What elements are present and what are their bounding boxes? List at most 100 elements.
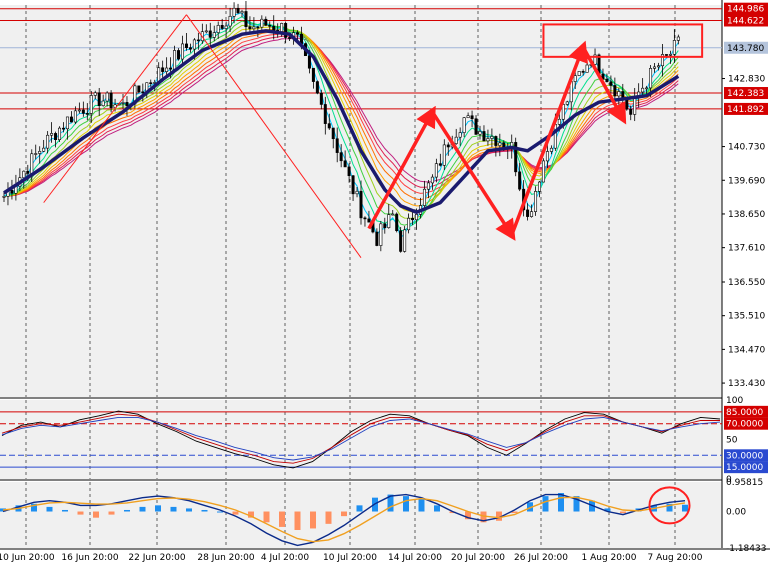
candle-body <box>486 138 490 142</box>
candle-body <box>482 131 486 142</box>
candle-body <box>30 153 34 174</box>
candle-body <box>518 171 522 190</box>
time-tick-label: 26 Jul 20:00 <box>514 553 568 563</box>
candle-body <box>2 196 6 198</box>
candle-body <box>149 82 153 85</box>
candle-body <box>549 147 553 152</box>
candle-body <box>565 101 569 105</box>
macd-histogram-bar <box>418 499 425 512</box>
candle-body <box>319 92 323 105</box>
candle-body <box>89 95 93 114</box>
rsi-level-label: 70.0000 <box>726 420 763 430</box>
candle-body <box>537 181 541 192</box>
candle-body <box>534 191 538 212</box>
candle-body <box>10 189 14 194</box>
candle-body <box>530 211 534 217</box>
macd-histogram-bar <box>108 511 115 515</box>
candle-body <box>236 7 240 14</box>
price-tag-label: 142.383 <box>727 89 764 99</box>
candle-body <box>248 26 252 30</box>
macd-histogram-bar <box>682 504 688 512</box>
macd-tick-label: 0.00 <box>726 508 746 518</box>
candle-body <box>50 133 54 136</box>
candle-body <box>264 18 268 26</box>
candle-body <box>109 92 113 109</box>
candle-body <box>411 217 415 221</box>
candle-body <box>355 190 359 195</box>
price-tick-label: 140.730 <box>728 143 765 153</box>
candle-body <box>177 50 181 60</box>
macd-histogram-bar <box>356 505 363 512</box>
price-tick-label: 138.650 <box>728 210 765 220</box>
candle-body <box>470 115 474 120</box>
candle-body <box>184 43 188 48</box>
macd-histogram-bar <box>186 508 192 512</box>
candle-body <box>165 67 169 72</box>
candle-body <box>181 43 185 60</box>
candle-body <box>299 33 303 44</box>
candle-body <box>327 123 331 129</box>
candle-body <box>272 26 276 31</box>
candle-body <box>367 218 371 223</box>
candle-body <box>173 50 177 70</box>
candle-body <box>351 175 355 195</box>
price-tick-label: 133.430 <box>728 379 765 389</box>
candle-body <box>573 75 577 82</box>
price-tag-label: 144.986 <box>727 5 764 15</box>
time-tick-label: 7 Aug 20:00 <box>648 553 703 563</box>
candle-body <box>609 81 613 86</box>
candle-body <box>649 68 653 89</box>
candle-body <box>379 223 383 246</box>
time-tick-label: 1 Aug 20:00 <box>582 553 637 563</box>
price-tick-label: 137.610 <box>728 244 765 254</box>
candle-body <box>446 144 450 148</box>
price-tag-label: 143.780 <box>727 44 764 54</box>
candle-body <box>77 109 81 112</box>
rsi-tick-label: 100 <box>726 396 743 406</box>
price-tick-label: 135.510 <box>728 312 765 322</box>
time-tick-label: 14 Jul 20:00 <box>388 553 442 563</box>
candle-body <box>629 108 633 115</box>
candle-body <box>169 67 173 70</box>
time-tick-label: 4 Jul 20:00 <box>261 553 310 563</box>
macd-histogram-bar <box>201 509 208 512</box>
trading-chart[interactable]: 10 Jun 20:00 16 Jun 20:00 22 Jun 20:00 28 J… <box>0 0 770 565</box>
candle-body <box>438 163 442 166</box>
candle-body <box>617 91 621 97</box>
candle-body <box>526 209 530 217</box>
candle-body <box>220 25 224 29</box>
candle-body <box>383 223 387 228</box>
macd-histogram-bar <box>124 509 130 512</box>
rsi-tick-label: 50 <box>726 436 738 446</box>
candle-body <box>415 214 419 221</box>
candle-body <box>359 190 363 219</box>
candle-body <box>232 7 236 17</box>
candle-body <box>474 118 478 135</box>
candle-body <box>363 217 367 220</box>
candle-body <box>672 40 676 55</box>
macd-tick-label: -1.18433 <box>726 544 766 554</box>
candle-body <box>208 30 212 38</box>
candle-body <box>81 109 85 114</box>
candle-body <box>69 116 73 123</box>
candle-body <box>664 54 668 56</box>
candle-body <box>676 36 680 41</box>
candle-body <box>613 85 617 97</box>
time-tick-label: 20 Jul 20:00 <box>451 553 505 563</box>
price-tag-label: 141.892 <box>727 105 764 115</box>
candle-body <box>668 54 672 56</box>
candle-body <box>252 26 256 30</box>
candle-body <box>323 104 327 124</box>
candle-body <box>34 153 38 155</box>
candle-body <box>331 127 335 140</box>
candle-body <box>161 67 165 72</box>
candle-body <box>125 102 129 106</box>
candle-body <box>192 39 196 50</box>
macd-histogram-bar <box>620 511 626 514</box>
candle-body <box>212 32 216 38</box>
macd-histogram-bar <box>434 505 440 512</box>
candle-body <box>240 11 244 14</box>
time-tick-label: 28 Jun 20:00 <box>197 553 254 563</box>
candle-body <box>430 176 434 184</box>
macd-tick-label: 0.95815 <box>726 478 763 488</box>
